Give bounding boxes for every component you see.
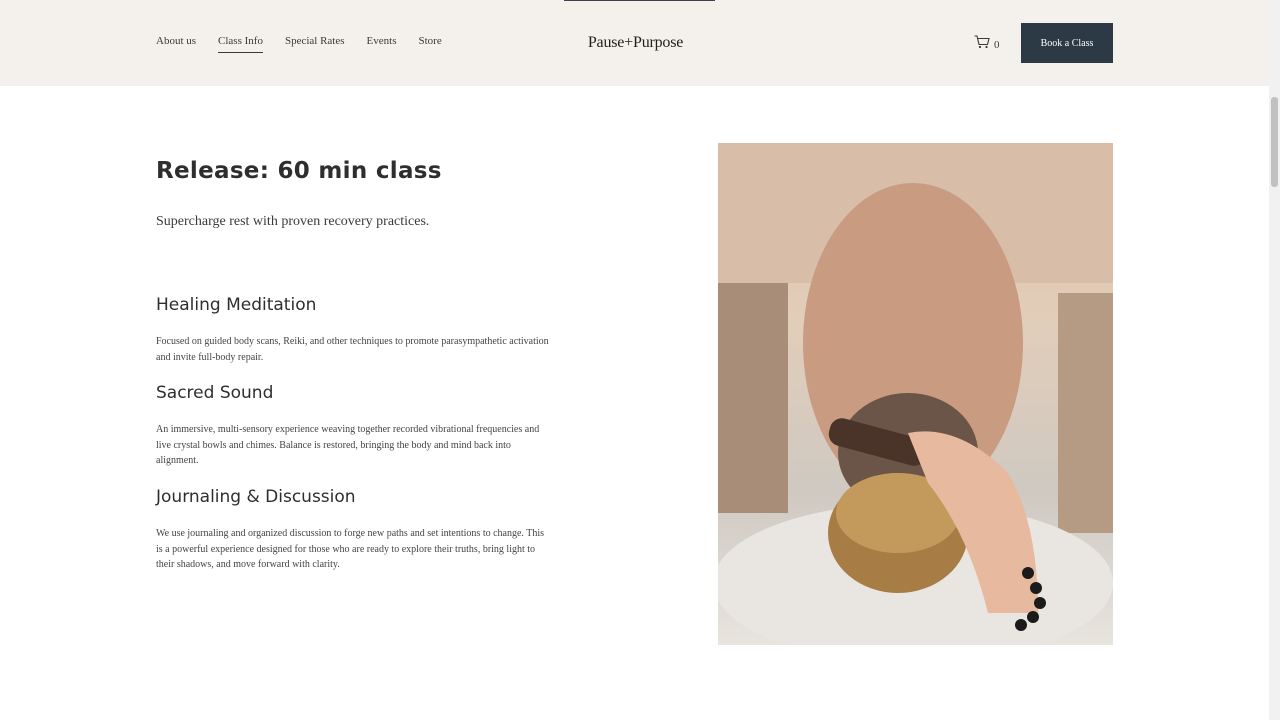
nav-about-us[interactable]: About us — [156, 35, 196, 53]
main-nav: About us Class Info Special Rates Events… — [156, 35, 464, 53]
section-heading-healing-meditation: Healing Meditation — [156, 295, 317, 315]
section-body-healing-meditation: Focused on guided body scans, Reiki, and… — [156, 336, 549, 363]
section-body-journaling: We use journaling and organized discussi… — [156, 528, 545, 570]
site-logo[interactable]: Pause+Purpose — [585, 34, 686, 52]
top-strip — [564, 0, 715, 1]
cart-link[interactable]: 0 — [974, 35, 1000, 54]
cart-icon — [974, 35, 990, 54]
section-body-sacred-sound: An immersive, multi-sensory experience w… — [156, 424, 540, 466]
page-subtitle: Supercharge rest with proven recovery pr… — [156, 214, 430, 229]
site-header: About us Class Info Special Rates Events… — [0, 0, 1269, 86]
nav-special-rates[interactable]: Special Rates — [285, 35, 345, 53]
nav-class-info[interactable]: Class Info — [218, 35, 263, 53]
cart-count: 0 — [994, 38, 1000, 51]
page-title: Release: 60 min class — [156, 158, 442, 184]
nav-events[interactable]: Events — [367, 35, 397, 53]
scrollbar-thumb[interactable] — [1271, 97, 1278, 187]
class-photo — [718, 143, 1113, 645]
nav-store[interactable]: Store — [418, 35, 441, 53]
section-heading-sacred-sound: Sacred Sound — [156, 383, 274, 403]
book-class-button[interactable]: Book a Class — [1021, 23, 1113, 63]
section-heading-journaling: Journaling & Discussion — [156, 487, 356, 507]
